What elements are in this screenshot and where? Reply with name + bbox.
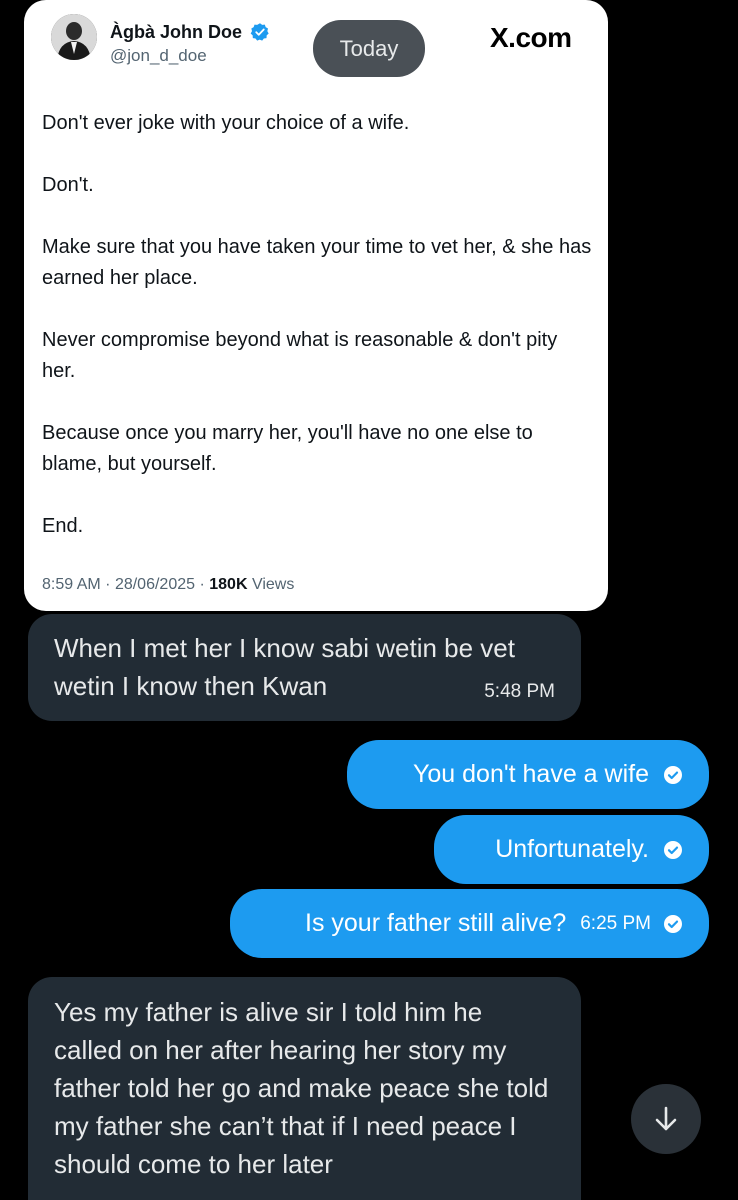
meta-separator: · [105, 576, 111, 593]
tweet-paragraph: Because once you marry her, you'll have … [42, 422, 533, 475]
author-avatar [51, 14, 97, 60]
check-circle-icon [664, 914, 682, 933]
arrow-down-icon [655, 1106, 677, 1131]
tweet-paragraph: End. [42, 515, 84, 537]
views-count: 180K [209, 576, 248, 593]
tweet-body: Don't ever joke with your choice of a wi… [42, 108, 594, 573]
message-text: When I met her I know sabi wetin be vet … [54, 633, 515, 701]
incoming-message[interactable]: When I met her I know sabi wetin be vet … [28, 614, 581, 721]
tweet-paragraph: Don't. [42, 174, 94, 196]
author-handle: @jon_d_doe [110, 46, 207, 65]
tweet-time: 8:59 AM [42, 576, 101, 593]
tweet-date: 28/06/2025 [114, 576, 196, 593]
message-text: You don't have a wife [413, 760, 649, 788]
brand-logo: X.com [490, 22, 572, 53]
scroll-to-bottom-button[interactable] [631, 1084, 701, 1154]
tweet-screenshot-card[interactable]: Àgbà John Doe @jon_d_doe Today X.com Don… [24, 0, 608, 611]
incoming-message[interactable]: Yes my father is alive sir I told him he… [28, 977, 581, 1200]
author-name: Àgbà John Doe [110, 22, 243, 42]
message-text: Unfortunately. [495, 835, 649, 863]
meta-separator: · [199, 576, 205, 593]
check-circle-icon [664, 840, 682, 859]
date-separator-pill: Today [313, 20, 425, 77]
views-label: Views [251, 576, 295, 593]
check-circle-icon [664, 765, 682, 784]
tweet-paragraph: Don't ever joke with your choice of a wi… [42, 112, 410, 134]
tweet-paragraph: Make sure that you have taken your time … [42, 236, 592, 289]
verified-badge-icon [250, 23, 269, 41]
tweet-metadata: 8:59 AM · 28/06/2025 · 180K Views [42, 576, 294, 594]
message-time: 5:48 PM [484, 681, 555, 702]
message-time: 6:25 PM [580, 912, 651, 934]
outgoing-message[interactable]: You don't have a wife [347, 740, 709, 809]
outgoing-message[interactable]: Is your father still alive? 6:25 PM [230, 889, 709, 958]
outgoing-message[interactable]: Unfortunately. [434, 815, 709, 884]
message-text: Yes my father is alive sir I told him he… [54, 997, 549, 1179]
tweet-paragraph: Never compromise beyond what is reasonab… [42, 329, 558, 382]
message-text: Is your father still alive? [305, 909, 567, 937]
